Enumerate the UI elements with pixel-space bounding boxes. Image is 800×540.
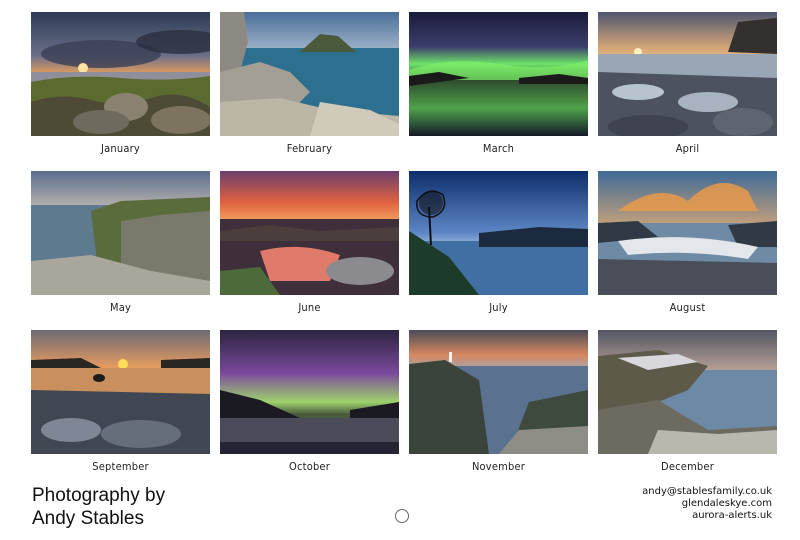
photographer-credit: Photography by Andy Stables <box>32 484 165 530</box>
month-label: December <box>661 460 714 473</box>
month-cell-july: July <box>409 171 588 330</box>
photo-september[interactable] <box>31 330 210 454</box>
month-cell-may: May <box>31 171 210 330</box>
month-label: October <box>288 460 330 473</box>
credit-line-2: Andy Stables <box>32 508 144 529</box>
photo-march[interactable] <box>409 12 588 136</box>
month-label: February <box>286 142 333 155</box>
photo-july[interactable] <box>409 171 588 295</box>
month-cell-december: December <box>598 330 777 489</box>
photo-june[interactable] <box>220 171 399 295</box>
month-label: January <box>101 142 140 155</box>
month-cell-march: March <box>409 12 588 171</box>
contact-email: andy@stablesfamily.co.uk <box>642 486 772 497</box>
month-label: July <box>489 301 508 314</box>
photo-april[interactable] <box>598 12 777 136</box>
photo-november[interactable] <box>409 330 588 454</box>
contact-site-1: glendaleskye.com <box>681 498 772 509</box>
month-cell-november: November <box>409 330 588 489</box>
month-label: June <box>298 301 321 314</box>
month-cell-august: August <box>598 171 777 330</box>
month-label: May <box>109 301 132 314</box>
photo-january[interactable] <box>31 12 210 136</box>
month-label: April <box>675 142 700 155</box>
contact-info: andy@stablesfamily.co.uk glendaleskye.co… <box>642 486 772 522</box>
photo-august[interactable] <box>598 171 777 295</box>
month-cell-september: September <box>31 330 210 489</box>
month-label: September <box>92 460 149 473</box>
photo-october[interactable] <box>220 330 399 454</box>
pagination-dot[interactable] <box>395 509 409 523</box>
calendar-grid: January February March April May June Ju… <box>31 12 777 489</box>
photo-february[interactable] <box>220 12 399 136</box>
month-label: November <box>471 460 526 473</box>
photo-december[interactable] <box>598 330 777 454</box>
month-cell-february: February <box>220 12 399 171</box>
month-label: August <box>669 301 706 314</box>
photo-may[interactable] <box>31 171 210 295</box>
credit-line-1: Photography by <box>32 485 166 506</box>
month-cell-april: April <box>598 12 777 171</box>
month-cell-june: June <box>220 171 399 330</box>
month-cell-october: October <box>220 330 399 489</box>
contact-site-2: aurora-alerts.uk <box>692 510 772 521</box>
month-label: March <box>482 142 515 155</box>
month-cell-january: January <box>31 12 210 171</box>
